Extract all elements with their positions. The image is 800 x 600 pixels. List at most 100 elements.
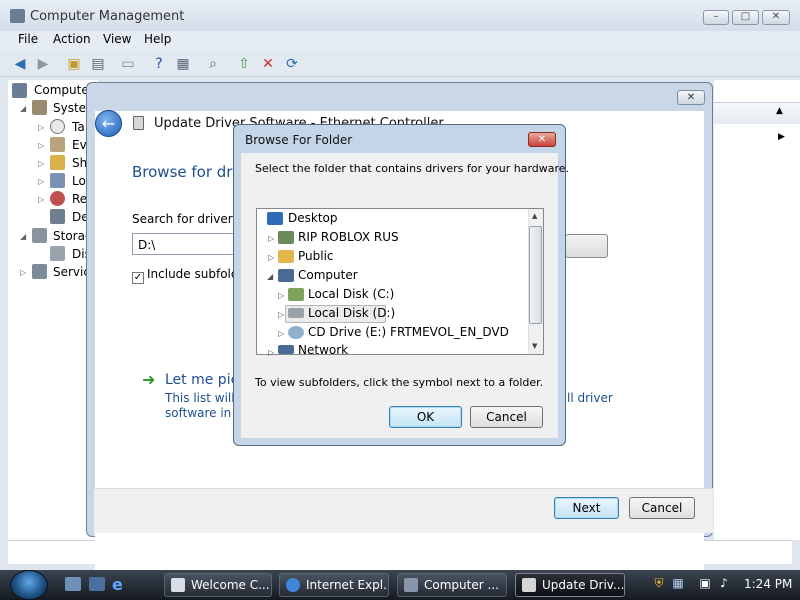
welcome-center-icon	[171, 578, 185, 592]
computer-management-icon	[10, 9, 25, 23]
tree-item-computer[interactable]: Computer	[34, 83, 94, 97]
tree-item-task-scheduler[interactable]: Ta	[72, 120, 85, 134]
taskbar-computer-management[interactable]: Computer ...	[397, 573, 507, 597]
expand-arrow-icon[interactable]: ▷	[38, 195, 44, 204]
collapse-up-icon[interactable]: ▲	[776, 106, 783, 116]
expand-arrow-icon[interactable]: ▷	[38, 123, 44, 132]
wizard-footer	[94, 488, 713, 533]
expand-arrow-icon[interactable]: ▷	[268, 234, 274, 243]
menu-action[interactable]: Action	[53, 32, 91, 46]
browse-prompt: Select the folder that contains drivers …	[255, 162, 570, 175]
close-button[interactable]: ✕	[762, 10, 790, 25]
expand-arrow-icon[interactable]: ▷	[268, 348, 274, 357]
driver-path-input[interactable]: D:\	[132, 233, 242, 255]
show-desktop-icon[interactable]	[65, 577, 81, 591]
let-me-pick-link[interactable]: Let me pic	[165, 372, 238, 388]
back-button[interactable]: ←	[95, 110, 122, 137]
collapse-arrow-icon[interactable]: ◢	[20, 104, 26, 113]
folder-rip-roblox-rus[interactable]: RIP ROBLOX RUS	[298, 230, 399, 244]
menu-help[interactable]: Help	[144, 32, 171, 46]
menu-view[interactable]: View	[103, 32, 131, 46]
volume-icon[interactable]: ♪	[717, 576, 731, 590]
start-button[interactable]	[10, 570, 48, 600]
ok-button[interactable]: OK	[389, 406, 462, 428]
local-disk-d-icon	[288, 308, 304, 318]
forward-arrow-icon[interactable]: ▶	[33, 54, 53, 74]
scroll-up-icon[interactable]: ▲	[532, 212, 537, 220]
expand-arrow-icon[interactable]: ▷	[278, 329, 284, 338]
expand-arrow-icon[interactable]: ▷	[278, 291, 284, 300]
storage-icon	[32, 228, 47, 243]
switch-windows-icon[interactable]	[89, 577, 105, 591]
properties-icon[interactable]: ▭	[118, 54, 138, 74]
local-users-icon	[50, 173, 65, 188]
taskbar-label: Computer ...	[424, 578, 499, 592]
expand-arrow-icon[interactable]: ▷	[278, 310, 284, 319]
folder-computer[interactable]: Computer	[298, 268, 358, 282]
disk-management-icon	[50, 246, 65, 261]
device-manager-icon	[50, 209, 65, 224]
taskbar-welcome-center[interactable]: Welcome C...	[164, 573, 272, 597]
scroll-down-icon[interactable]: ▼	[532, 342, 537, 350]
uninstall-icon[interactable]: ✕	[258, 54, 278, 74]
network-tray-icon[interactable]: ▣	[698, 576, 712, 590]
expand-arrow-icon[interactable]: ▷	[268, 253, 274, 262]
console-tree: Computer ◢ System ▷ Ta ▷ Eve ▷ Sh ▷ Lo ▷…	[8, 80, 98, 540]
maximize-button[interactable]: □	[732, 10, 759, 25]
browse-cancel-button[interactable]: Cancel	[470, 406, 543, 428]
clock-icon	[50, 119, 65, 134]
include-subfolders-checkbox[interactable]: ✓ Include subfolde	[132, 267, 246, 284]
more-actions-icon[interactable]: ▶	[778, 132, 785, 142]
system-tools-icon	[32, 100, 47, 115]
update-driver-icon	[522, 578, 536, 592]
actions-pane	[714, 80, 800, 540]
up-folder-icon[interactable]: ▣	[64, 54, 84, 74]
folder-cd-drive[interactable]: CD Drive (E:) FRTMEVOL_EN_DVD	[308, 325, 509, 339]
menu-file[interactable]: File	[18, 32, 38, 46]
enable-device-icon[interactable]: ⟳	[282, 54, 302, 74]
security-shield-icon[interactable]: ⛨	[652, 576, 666, 590]
windows-update-icon[interactable]: ▦	[671, 576, 685, 590]
event-viewer-icon	[50, 137, 65, 152]
folder-local-disk-c[interactable]: Local Disk (C:)	[308, 287, 394, 301]
show-hide-tree-icon[interactable]: ▤	[88, 54, 108, 74]
taskbar-update-driver[interactable]: Update Driv...	[515, 573, 625, 597]
scroll-thumb[interactable]	[529, 226, 542, 324]
reliability-icon	[50, 191, 65, 206]
computer-management-icon	[404, 578, 418, 592]
wizard-close-button[interactable]: ✕	[677, 90, 705, 105]
scan-hardware-icon[interactable]: ⌕	[203, 54, 223, 74]
browse-button[interactable]	[565, 234, 608, 258]
folder-local-disk-d[interactable]: Local Disk (D:)	[308, 306, 395, 320]
expand-arrow-icon[interactable]: ▷	[38, 141, 44, 150]
next-button[interactable]: Next	[554, 497, 619, 519]
shared-folders-icon	[50, 155, 65, 170]
view-icon[interactable]: ▦	[173, 54, 193, 74]
help-icon[interactable]: ?	[149, 54, 169, 74]
checkbox-check-icon[interactable]: ✓	[132, 272, 144, 284]
cd-drive-icon	[288, 326, 304, 339]
browse-close-button[interactable]: ✕	[528, 132, 556, 147]
network-icon	[278, 345, 294, 354]
wizard-cancel-button[interactable]: Cancel	[629, 497, 695, 519]
browse-dialog-title: Browse For Folder	[245, 133, 353, 147]
minimize-button[interactable]: –	[703, 10, 729, 25]
let-me-pick-description-end: ll driver	[567, 391, 613, 405]
folder-public[interactable]: Public	[298, 249, 334, 263]
update-driver-icon[interactable]: ⇧	[234, 54, 254, 74]
tree-item-local-users[interactable]: Lo	[72, 174, 86, 188]
expand-arrow-icon[interactable]: ▷	[38, 177, 44, 186]
public-folder-icon	[278, 250, 294, 263]
internet-explorer-icon[interactable]: e	[112, 575, 123, 594]
folder-network[interactable]: Network	[298, 343, 348, 354]
collapse-arrow-icon[interactable]: ◢	[267, 272, 273, 281]
taskbar-internet-explorer[interactable]: Internet Expl...	[279, 573, 389, 597]
expand-arrow-icon[interactable]: ▷	[38, 159, 44, 168]
tree-item-reliability[interactable]: Re	[72, 192, 87, 206]
expand-arrow-icon[interactable]: ▷	[20, 268, 26, 277]
back-arrow-icon[interactable]: ◀	[10, 54, 30, 74]
internet-explorer-icon	[286, 578, 300, 592]
collapse-arrow-icon[interactable]: ◢	[20, 232, 26, 241]
tree-item-shared-folders[interactable]: Sh	[72, 156, 87, 170]
folder-desktop[interactable]: Desktop	[288, 211, 338, 225]
